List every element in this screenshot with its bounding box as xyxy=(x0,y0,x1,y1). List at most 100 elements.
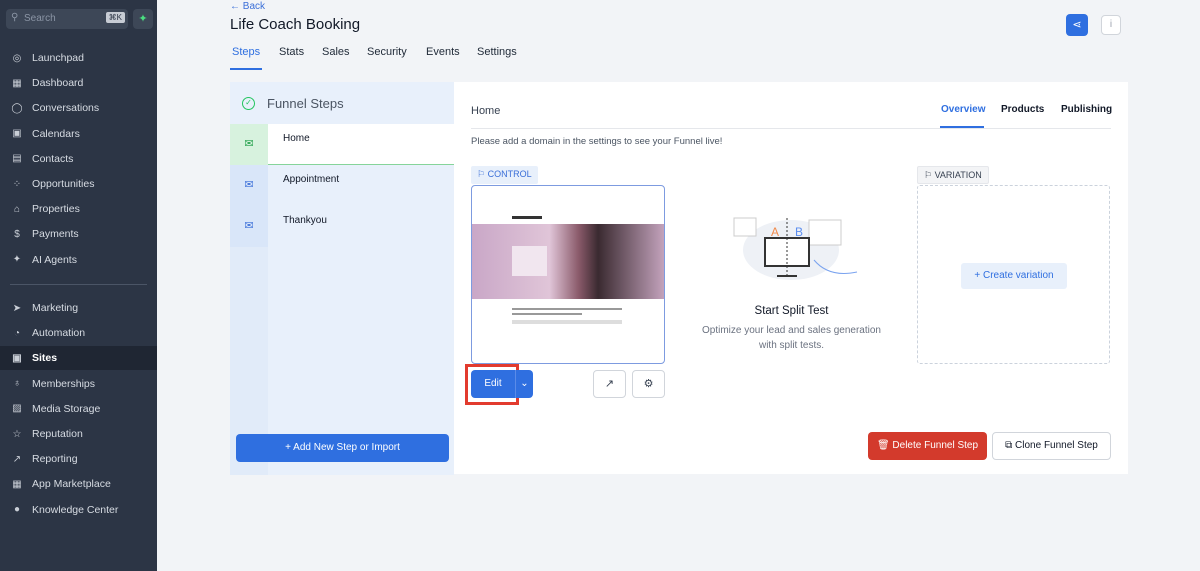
trash-icon: 🗑 xyxy=(876,440,893,451)
gear-icon: ⚙ xyxy=(643,378,654,390)
reputation-icon: ☆ xyxy=(12,428,22,440)
flag-icon: ⚐ xyxy=(924,170,935,180)
reporting-icon: ↗ xyxy=(12,453,22,465)
active-tab-indicator xyxy=(230,68,262,70)
automation-icon: ◔ xyxy=(13,327,21,339)
flag-icon: ⚐ xyxy=(477,169,488,179)
edit-dropdown-chevron-icon[interactable]: ⌄ xyxy=(515,370,533,398)
split-test-illustration: A B xyxy=(733,217,858,280)
sidebar-item-sites[interactable]: ▣ Sites xyxy=(0,346,157,371)
search-placeholder: Search xyxy=(24,13,56,24)
back-link[interactable]: ← Back xyxy=(230,1,265,12)
sidebar-item-opportunities[interactable]: ⁘ Opportunities xyxy=(0,172,157,196)
step-label: Thankyou xyxy=(283,215,327,226)
sidebar-item-label: Opportunities xyxy=(32,178,95,190)
create-variation-button[interactable]: + Create variation xyxy=(961,263,1067,289)
step-home[interactable]: ✉ Home xyxy=(230,124,454,165)
tab-publishing[interactable]: Publishing xyxy=(1061,104,1112,115)
sidebar-item-label: Automation xyxy=(32,327,86,340)
tab-products[interactable]: Products xyxy=(1001,104,1044,115)
sidebar-item-label: Dashboard xyxy=(32,77,84,90)
open-external-button[interactable]: ↗ xyxy=(593,370,626,398)
media-storage-icon: ▨ xyxy=(12,403,22,415)
sidebar-item-label: Memberships xyxy=(32,377,96,390)
info-button[interactable]: i xyxy=(1101,15,1121,35)
tab-events[interactable]: Events xyxy=(426,46,460,58)
sidebar-item-label: Marketing xyxy=(32,302,79,314)
sidebar-item-label: Payments xyxy=(32,228,79,241)
calendars-icon: ▣ xyxy=(12,128,22,140)
tab-stats[interactable]: Stats xyxy=(279,46,304,58)
sidebar-item-conversations[interactable]: ◯ Conversations xyxy=(0,96,157,120)
svg-text:B: B xyxy=(795,225,803,239)
sidebar: ⚲ Search ⌘K ✦ ◎ Launchpad ▦ Dashboard ◯ Convers… xyxy=(0,0,157,571)
sidebar-item-payments[interactable]: $ Payments xyxy=(0,222,157,246)
delete-label: Delete Funnel Step xyxy=(892,440,979,451)
copy-icon: ⧉ xyxy=(1005,440,1016,451)
tab-steps[interactable]: Steps xyxy=(232,46,260,58)
split-test-title: Start Split Test xyxy=(754,305,829,317)
preview-text-line xyxy=(512,320,622,324)
sidebar-item-launchpad[interactable]: ◎ Launchpad xyxy=(0,46,157,70)
tab-security[interactable]: Security xyxy=(367,46,407,58)
settings-button[interactable]: ⚙ xyxy=(632,370,665,398)
payments-icon: $ xyxy=(14,228,20,240)
split-test-desc-2: with split tests. xyxy=(758,340,825,351)
search-input[interactable]: ⚲ Search ⌘K xyxy=(6,9,128,29)
sidebar-item-dashboard[interactable]: ▦ Dashboard xyxy=(0,71,157,95)
preview-hero-text xyxy=(512,246,547,276)
mail-icon: ✉ xyxy=(230,165,268,206)
mail-icon: ✉ xyxy=(230,206,268,247)
sidebar-item-label: Conversations xyxy=(32,102,100,115)
page-title: Life Coach Booking xyxy=(230,16,361,33)
sidebar-item-media-storage[interactable]: ▨ Media Storage xyxy=(0,397,157,421)
tab-sales[interactable]: Sales xyxy=(322,46,350,58)
sidebar-item-reputation[interactable]: ☆ Reputation xyxy=(0,422,157,446)
sidebar-item-contacts[interactable]: ▤ Contacts xyxy=(0,147,157,171)
svg-text:A: A xyxy=(771,225,779,239)
sidebar-item-label: App Marketplace xyxy=(32,478,111,491)
step-thankyou[interactable]: ✉ Thankyou xyxy=(230,206,454,247)
sidebar-item-automation[interactable]: ◔ Automation xyxy=(0,321,157,345)
share-button[interactable]: ⋖ xyxy=(1066,14,1088,36)
conversations-icon: ◯ xyxy=(11,102,23,114)
sidebar-item-knowledge-center[interactable]: ● Knowledge Center xyxy=(0,498,157,522)
sidebar-item-ai-agents[interactable]: ✦ AI Agents xyxy=(0,248,157,272)
control-badge: ⚐ CONTROL xyxy=(471,166,538,184)
app-marketplace-icon: ▦ xyxy=(12,478,22,490)
add-new-step-button[interactable]: + Add New Step or Import xyxy=(236,434,449,462)
clone-funnel-step-button[interactable]: ⧉ Clone Funnel Step xyxy=(992,432,1111,460)
funnel-steps-title: Funnel Steps xyxy=(267,95,344,111)
preview-logo xyxy=(512,216,542,219)
sidebar-item-reporting[interactable]: ↗ Reporting xyxy=(0,447,157,471)
ai-agents-icon: ✦ xyxy=(12,254,22,266)
sidebar-item-app-marketplace[interactable]: ▦ App Marketplace xyxy=(0,472,157,496)
edit-button[interactable]: Edit xyxy=(471,370,515,398)
sidebar-item-properties[interactable]: ⌂ Properties xyxy=(0,197,157,221)
step-appointment[interactable]: ✉ Appointment xyxy=(230,165,454,206)
delete-funnel-step-button[interactable]: 🗑 Delete Funnel Step xyxy=(868,432,987,460)
ai-spark-button[interactable]: ✦ xyxy=(133,9,153,29)
info-icon: i xyxy=(1109,19,1113,30)
control-label: CONTROL xyxy=(487,169,532,179)
funnel-steps-panel: ✓ Funnel Steps ✉ Home ✉ Appointment ✉ Thanky… xyxy=(230,82,454,475)
tab-overview[interactable]: Overview xyxy=(941,104,985,115)
sidebar-item-label: Knowledge Center xyxy=(32,503,119,516)
page-preview-thumbnail[interactable] xyxy=(471,185,665,364)
sidebar-divider xyxy=(10,284,147,285)
sites-icon: ▣ xyxy=(12,352,22,364)
variation-badge: ⚐ VARIATION xyxy=(917,166,989,184)
opportunities-icon: ⁘ xyxy=(12,178,22,190)
variation-box: + Create variation xyxy=(917,185,1110,364)
check-circle-icon: ✓ xyxy=(242,96,255,110)
sidebar-item-memberships[interactable]: ♁ Memberships xyxy=(0,372,157,396)
mail-icon: ✉ xyxy=(230,124,268,165)
tab-settings[interactable]: Settings xyxy=(477,46,517,58)
search-icon: ⚲ xyxy=(11,12,19,23)
sidebar-item-calendars[interactable]: ▣ Calendars xyxy=(0,122,157,146)
step-label: Home xyxy=(283,133,310,144)
sidebar-item-label: Properties xyxy=(32,203,80,216)
sidebar-item-marketing[interactable]: ➤ Marketing xyxy=(0,296,157,320)
sidebar-item-label: Media Storage xyxy=(32,402,101,415)
step-title: Home xyxy=(471,105,501,117)
